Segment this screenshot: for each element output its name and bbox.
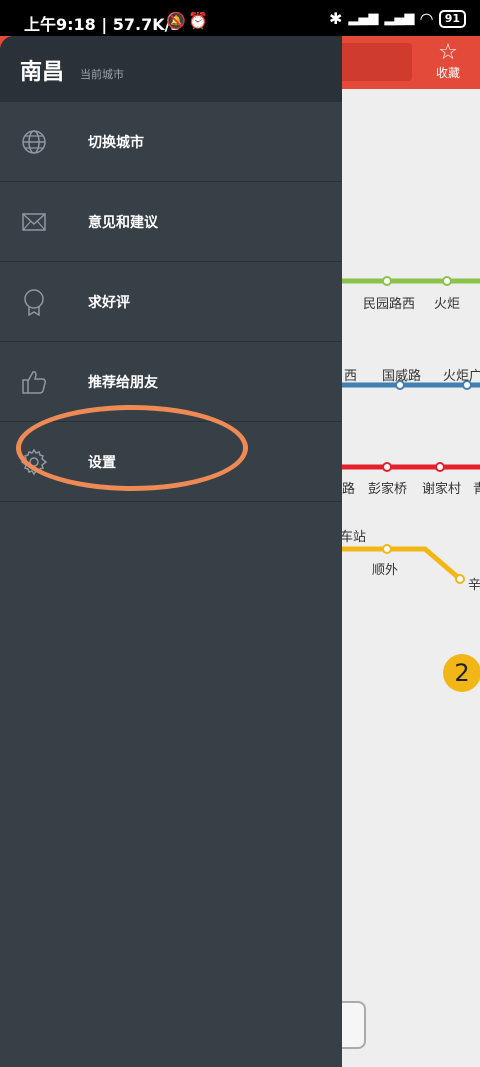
- station-dot: [382, 462, 392, 472]
- station-dot: [435, 462, 445, 472]
- bluetooth-icon: ✱: [328, 9, 343, 28]
- station-label[interactable]: 火炬: [434, 293, 460, 312]
- line-yellow: [340, 546, 462, 581]
- menu-item-switch-city[interactable]: 切换城市: [0, 102, 342, 182]
- menu-item-label: 推荐给朋友: [88, 375, 158, 391]
- station-label[interactable]: 民园路西: [363, 293, 415, 312]
- favorite-label: 收藏: [435, 66, 460, 80]
- gear-icon: [20, 448, 48, 476]
- menu-item-rate[interactable]: 求好评: [0, 262, 342, 342]
- star-icon: ☆: [438, 40, 458, 65]
- menu-item-share[interactable]: 推荐给朋友: [0, 342, 342, 422]
- station-label[interactable]: 辛: [468, 574, 480, 593]
- station-label[interactable]: 谢家村: [422, 478, 461, 497]
- station-label[interactable]: 火炬广: [443, 365, 480, 384]
- search-box[interactable]: [330, 43, 412, 81]
- battery-icon: 91: [438, 9, 466, 28]
- award-icon: [24, 289, 44, 316]
- status-icons: ✱ ▂▄▆ ▂▄▆ ◠ 91: [329, 9, 466, 28]
- status-bar: 上午9:18 | 57.7K/s 🔕 ⏰ ✱ ▂▄▆ ▂▄▆ ◠ 91: [0, 0, 480, 40]
- menu-item-settings[interactable]: 设置: [0, 422, 342, 502]
- menu-item-label: 设置: [88, 455, 116, 471]
- line-2-badge: 2: [443, 654, 480, 692]
- mail-icon: [22, 213, 46, 231]
- drawer-header: 南昌 当前城市: [0, 36, 342, 102]
- wifi-icon: ◠: [420, 9, 433, 28]
- station-dot: [382, 544, 392, 554]
- favorite-button[interactable]: ☆ 收藏: [428, 42, 468, 81]
- status-time-speed: 上午9:18 | 57.7K/s: [24, 15, 181, 34]
- mute-icon: 🔕: [166, 11, 186, 30]
- station-label[interactable]: 车站: [340, 526, 366, 545]
- menu-item-label: 意见和建议: [88, 215, 158, 231]
- station-label[interactable]: 国威路: [382, 365, 421, 384]
- station-label[interactable]: 彭家桥: [368, 478, 407, 497]
- navigation-drawer: 南昌 当前城市 切换城市 意见和建议 求好评 推荐给朋友 设置: [0, 36, 342, 1067]
- station-label[interactable]: 顺外: [372, 559, 398, 578]
- menu-item-feedback[interactable]: 意见和建议: [0, 182, 342, 262]
- globe-icon: [22, 130, 46, 154]
- thumbs-up-icon: [22, 371, 46, 394]
- menu-item-label: 求好评: [88, 295, 130, 311]
- station-dot: [382, 276, 392, 286]
- station-label[interactable]: 青: [473, 478, 480, 497]
- station-label[interactable]: 路: [342, 478, 355, 497]
- station-label[interactable]: 西: [344, 365, 357, 384]
- signal-icon-2: ▂▄▆: [384, 11, 415, 26]
- station-dot: [442, 276, 452, 286]
- menu-item-label: 切换城市: [88, 135, 144, 151]
- signal-icon: ▂▄▆: [348, 11, 379, 26]
- alarm-icon: ⏰: [188, 11, 208, 30]
- station-dot: [455, 574, 465, 584]
- current-city: 南昌: [20, 60, 65, 85]
- current-city-subtitle: 当前城市: [80, 68, 124, 81]
